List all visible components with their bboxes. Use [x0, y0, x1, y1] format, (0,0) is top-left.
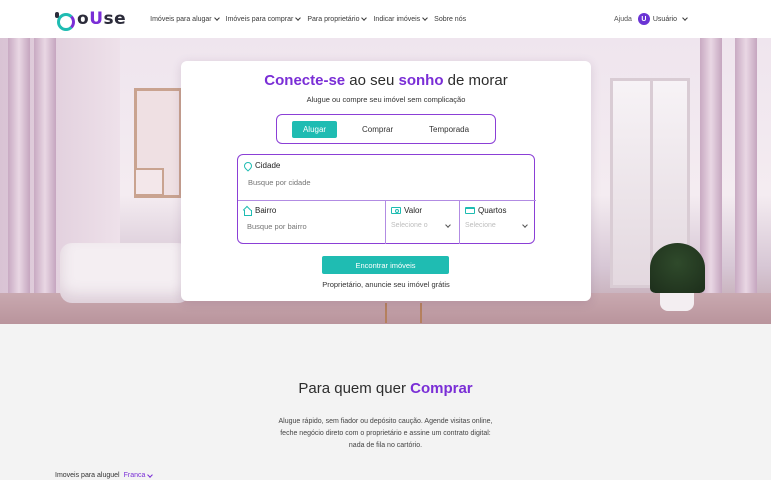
city-dropdown[interactable]: Franca [124, 471, 154, 479]
hero-plant [650, 243, 705, 293]
logo-mark-icon [55, 12, 75, 31]
chevron-down-icon [422, 15, 429, 21]
buy-section-title: Para quem quer Comprar [298, 380, 473, 397]
brand-logo[interactable]: o U se [55, 9, 127, 31]
logo-text-a: o [77, 9, 90, 29]
hero-picture-frame [134, 168, 164, 196]
nav-para-proprietario[interactable]: Para proprietário [307, 15, 368, 23]
hero-curtain [735, 38, 757, 324]
rental-city-label: Imoveis para aluguel [55, 472, 120, 479]
search-subtitle: Alugue ou compre seu imóvel sem complica… [306, 95, 466, 104]
hero-stool-leg [385, 303, 387, 323]
nav-indicar-imoveis[interactable]: Indicar imóveis [373, 15, 429, 23]
nav-imoveis-alugar[interactable]: Imóveis para alugar [150, 15, 220, 23]
user-label: Usuário [652, 15, 677, 23]
search-card: Conecte-se ao seu sonho de morar Alugue … [181, 61, 591, 301]
help-link[interactable]: Ajuda [614, 16, 632, 23]
chevron-down-icon [682, 15, 688, 21]
nav-imoveis-comprar[interactable]: Imóveis para comprar [226, 15, 302, 23]
tab-comprar[interactable]: Comprar [351, 121, 404, 138]
logo-text-b: se [103, 9, 127, 29]
chevron-down-icon [213, 15, 220, 21]
rooms-select[interactable]: Selecione [465, 221, 531, 229]
hero-curtain [34, 38, 56, 324]
neighborhood-label: Bairro [255, 206, 277, 215]
nav-sobre-nos[interactable]: Sobre nós [434, 16, 466, 23]
hero-stool-leg [420, 303, 422, 323]
find-properties-button[interactable]: Encontrar imóveis [322, 256, 449, 274]
search-mode-tabs: Alugar Comprar Temporada [276, 114, 496, 144]
main-nav: Imóveis para alugar Imóveis para comprar… [150, 15, 466, 23]
value-select[interactable]: Selecione o [391, 221, 454, 229]
buy-section: Para quem quer Comprar Alugue rápido, se… [0, 324, 771, 480]
top-navbar: o U se Imóveis para alugar Imóveis para … [0, 0, 771, 38]
value-field: Valor Selecione o [386, 201, 460, 244]
neighborhood-input[interactable] [247, 222, 377, 231]
neighborhood-field: Bairro [238, 201, 386, 244]
buy-section-description: Alugue rápido, sem fiador ou depósito ca… [278, 418, 493, 449]
chevron-down-icon [361, 15, 368, 21]
hero-curtain [8, 38, 30, 324]
value-label: Valor [404, 206, 423, 215]
search-title: Conecte-se ao seu sonho de morar [264, 72, 508, 89]
home-icon [243, 207, 252, 216]
header-right: Ajuda U Usuário [614, 0, 688, 38]
chevron-down-icon [445, 221, 451, 228]
city-input[interactable] [248, 178, 478, 187]
owner-advertise-link[interactable]: Proprietário, anuncie seu imóvel grátis [181, 280, 591, 289]
tab-alugar[interactable]: Alugar [291, 120, 338, 138]
location-pin-icon [242, 159, 254, 172]
rooms-label: Quartos [478, 206, 507, 215]
rooms-field: Quartos Selecione [460, 201, 536, 244]
city-field: Cidade [238, 155, 536, 201]
tab-temporada[interactable]: Temporada [418, 121, 480, 138]
bed-icon [465, 207, 475, 214]
chevron-down-icon [147, 471, 154, 478]
avatar: U [637, 13, 650, 25]
city-label: Cidade [255, 161, 281, 170]
user-menu[interactable]: U Usuário [637, 13, 688, 25]
logo-text-u: U [89, 9, 104, 29]
search-form: Cidade Bairro Valor Selecione o [237, 154, 536, 244]
chevron-down-icon [295, 15, 302, 21]
rental-city-filter: Imoveis para aluguel Franca [55, 471, 154, 479]
money-icon [391, 207, 401, 214]
chevron-down-icon [522, 221, 528, 228]
hero-armchair [60, 243, 190, 303]
